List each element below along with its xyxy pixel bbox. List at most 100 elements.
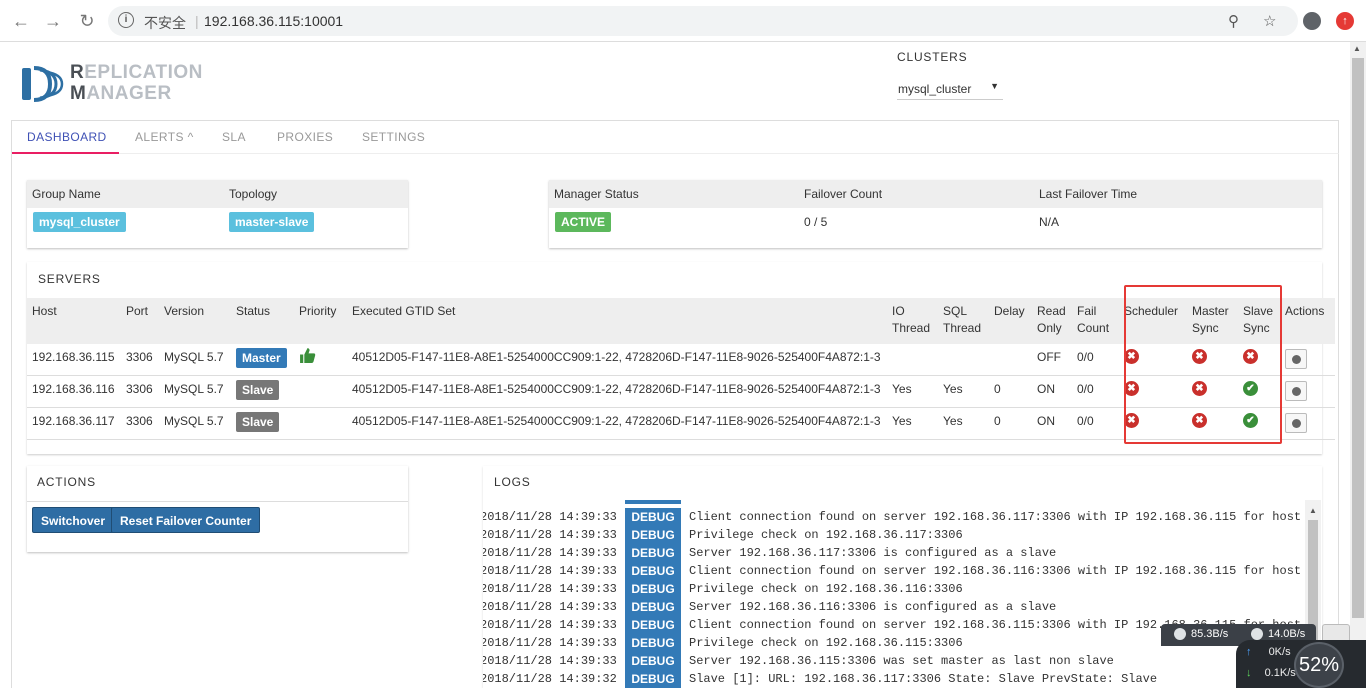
app-logo: REPLICATION MANAGER [22,62,222,106]
stop-icon [1292,355,1301,364]
group-card: Group Name Topology mysql_cluster master… [27,180,408,248]
server-delay: 0 [994,414,1001,428]
server-status-badge: Slave [236,380,280,400]
topology-badge: master-slave [229,212,315,232]
server-status-badge: Master [236,348,287,368]
main-tabs: DASHBOARD ALERTS ^ SLA PROXIES SETTINGS [11,120,1339,154]
col-actions: Actions [1285,304,1325,318]
logo-text: REPLICATION MANAGER [70,62,203,104]
server-fail-count: 0/0 [1077,350,1094,364]
account-icon[interactable] [1303,12,1321,30]
last-failover-value: N/A [1039,215,1060,229]
col-port: Port [126,304,149,318]
server-read-only: ON [1037,382,1055,396]
scroll-thumb[interactable] [1352,58,1364,618]
server-delay: 0 [994,382,1001,396]
server-version: MySQL 5.7 [164,414,224,428]
manager-status-badge: ACTIVE [555,212,612,232]
server-read-only: OFF [1037,350,1061,364]
server-read-only: ON [1037,414,1055,428]
log-level-badge [625,500,681,504]
server-port: 3306 [126,350,153,364]
col-host: Host [32,304,57,318]
scroll-up-icon[interactable]: ▲ [1353,44,1361,53]
star-icon[interactable]: ☆ [1263,12,1276,30]
server-version: MySQL 5.7 [164,382,224,396]
address-bar[interactable]: i 不安全 | 192.168.36.115:10001 ⚲ ☆ [108,6,1298,36]
last-failover-header: Last Failover Time [1039,187,1138,201]
group-card-header: Group Name Topology [27,180,408,208]
col-delay: Delay [994,304,1025,318]
actions-divider [27,501,408,502]
manager-card-header: Manager Status Failover Count Last Failo… [549,180,1322,208]
server-gtid: 40512D05-F147-11E8-A8E1-5254000CC909:1-2… [352,414,881,428]
group-name-badge: mysql_cluster [33,212,126,232]
usage-percent: 52% [1294,642,1344,688]
zoom-icon[interactable]: ⚲ [1228,12,1239,30]
actions-title: ACTIONS [37,475,96,489]
server-port: 3306 [126,414,153,428]
server-version: MySQL 5.7 [164,350,224,364]
cluster-select[interactable]: mysql_cluster ▼ [897,80,1003,100]
server-action-button[interactable] [1285,349,1307,369]
address-separator: | [195,13,199,29]
server-host: 192.168.36.117 [32,414,115,428]
logs-title: LOGS [494,475,531,489]
arrow-up-icon: ↑ [1246,646,1252,658]
servers-title: SERVERS [38,272,101,286]
server-action-button[interactable] [1285,413,1307,433]
speed-line-1: ↑ 0K/s [1246,646,1291,658]
switchover-button[interactable]: Switchover [32,507,115,533]
col-read-only: Read Only [1037,304,1066,335]
server-sql-thread: Yes [943,414,963,428]
page-scrollbar[interactable]: ▲ [1350,42,1366,688]
forward-icon[interactable]: → [42,10,64,32]
back-icon[interactable]: ← [10,10,32,32]
logs-scroll-up-icon[interactable]: ▲ [1309,506,1317,515]
manager-status-header: Manager Status [554,187,639,201]
col-fail-count: Fail Count [1077,304,1110,335]
server-fail-count: 0/0 [1077,382,1094,396]
replication-manager-logo-icon [22,66,64,102]
server-gtid: 40512D05-F147-11E8-A8E1-5254000CC909:1-2… [352,350,881,364]
logs-list[interactable]: 2018/11/28 14:39:33 DEBUG Client connectio… [483,500,1323,688]
info-icon[interactable]: i [118,12,134,28]
server-action-button[interactable] [1285,381,1307,401]
tab-proxies[interactable]: PROXIES [277,130,333,144]
col-priority: Priority [299,304,337,318]
tab-settings[interactable]: SETTINGS [362,130,425,144]
reload-icon[interactable]: ↻ [76,10,98,32]
server-io-thread: Yes [892,414,912,428]
manager-card: Manager Status Failover Count Last Failo… [549,180,1322,248]
speed-monitor-widget: ↑ 0K/s ↓ 0.1K/s 52% [1236,640,1366,688]
speed-line-2: ↓ 0.1K/s [1246,667,1296,679]
failover-count-value: 0 / 5 [804,215,828,229]
arrow-down-icon: ↓ [1246,667,1252,679]
server-host: 192.168.36.115 [32,350,115,364]
chevron-down-icon: ▼ [990,81,999,91]
url-text[interactable]: 192.168.36.115:10001 [204,13,343,29]
topology-header: Topology [229,187,278,201]
download-rate: 85.3B/s [1191,628,1229,640]
col-version: Version [164,304,205,318]
group-name-header: Group Name [32,187,101,201]
browser-toolbar: ← → ↻ i 不安全 | 192.168.36.115:10001 ⚲ ☆ ↑ [0,0,1366,42]
reset-failover-counter-button[interactable]: Reset Failover Counter [111,507,261,533]
server-gtid: 40512D05-F147-11E8-A8E1-5254000CC909:1-2… [352,382,881,396]
upload-icon [1251,628,1263,640]
server-status-badge: Slave [236,412,280,432]
annotation-highlight-box [1124,285,1282,444]
tab-dashboard[interactable]: DASHBOARD [27,130,107,144]
actions-card: ACTIONS Switchover Reset Failover Counte… [27,466,408,552]
col-io-thread: IO Thread [892,304,931,335]
server-host: 192.168.36.116 [32,382,115,396]
cluster-select-value: mysql_cluster [898,82,972,96]
tab-alerts[interactable]: ALERTS ^ [135,130,194,144]
tab-sla[interactable]: SLA [222,130,246,144]
extension-icon[interactable]: ↑ [1336,12,1354,30]
server-sql-thread: Yes [943,382,963,396]
server-io-thread: Yes [892,382,912,396]
server-fail-count: 0/0 [1077,414,1094,428]
col-gtid: Executed GTID Set [352,304,456,318]
stop-icon [1292,419,1301,428]
